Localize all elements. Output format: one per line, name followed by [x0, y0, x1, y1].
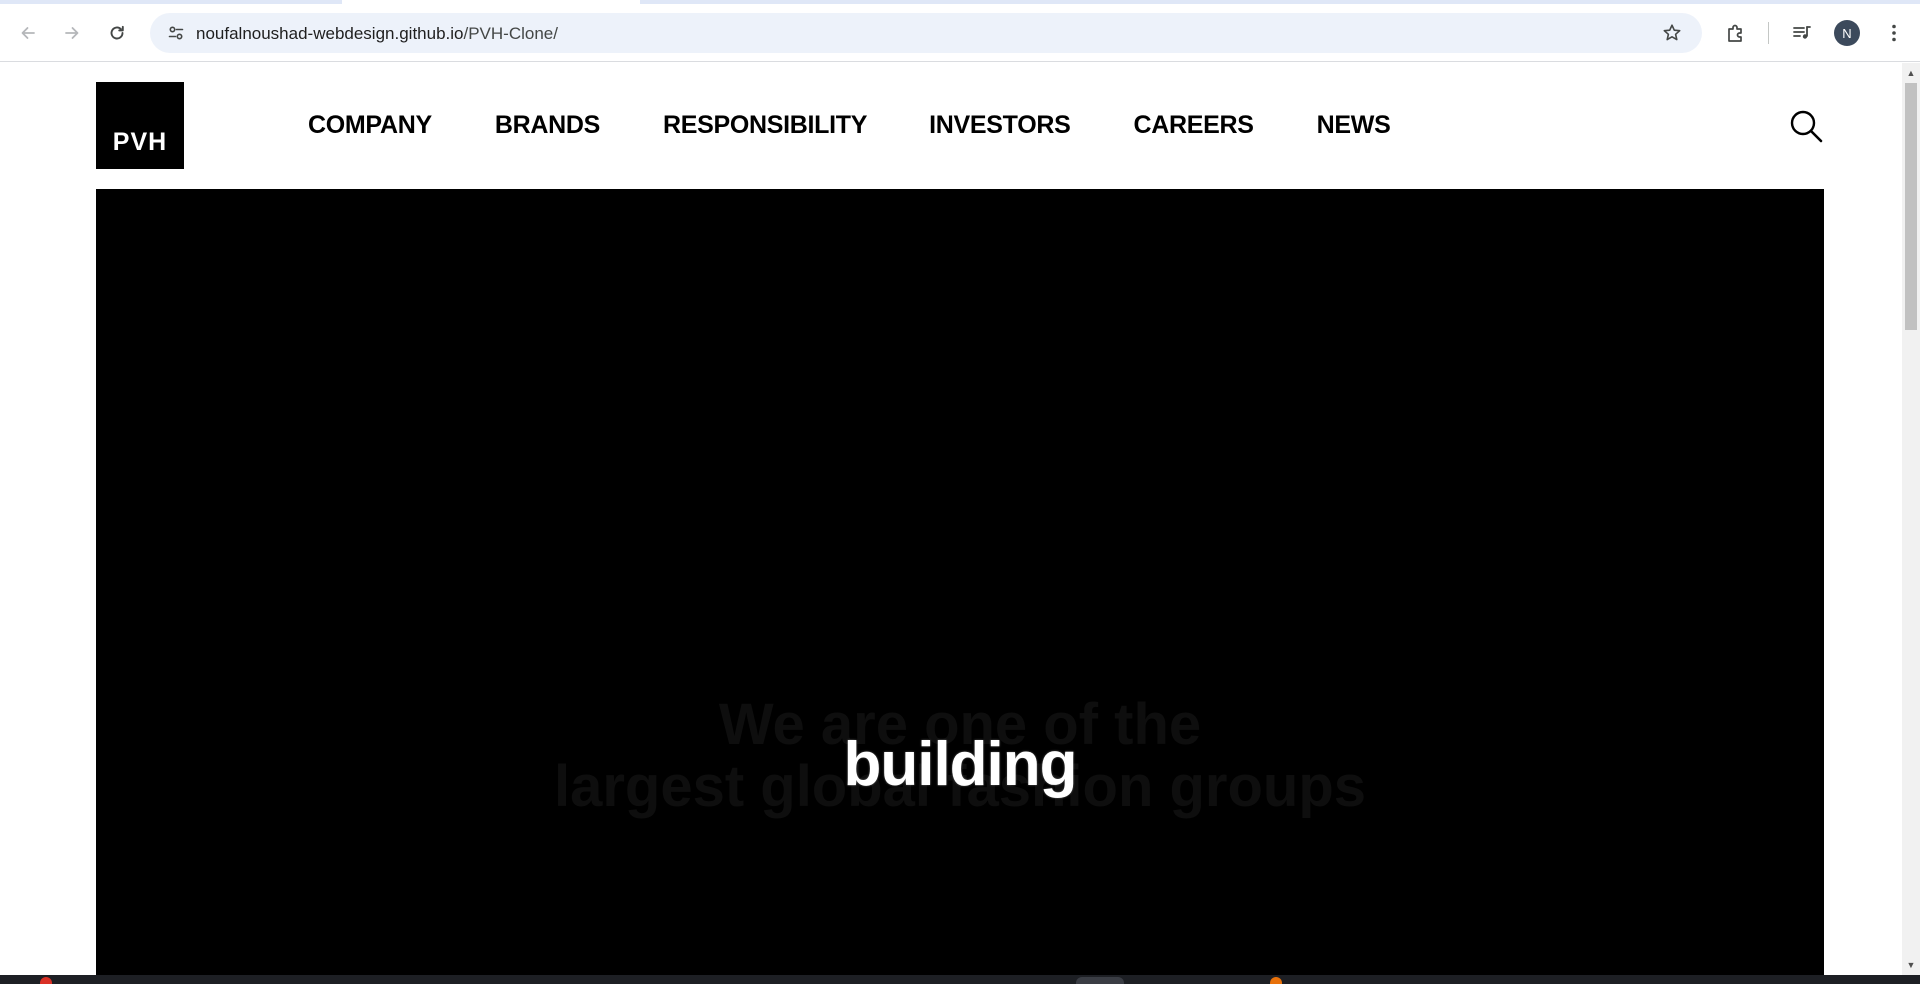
arrow-right-icon	[65, 27, 79, 39]
address-bar[interactable]: noufalnoushad-webdesign.github.io/PVH-Cl…	[150, 13, 1702, 53]
pvh-logo[interactable]: PVH	[96, 82, 184, 169]
nav-responsibility[interactable]: RESPONSIBILITY	[663, 111, 867, 140]
main-navigation: COMPANY BRANDS RESPONSIBILITY INVESTORS …	[308, 111, 1391, 140]
media-queue-icon	[1793, 26, 1811, 39]
puzzle-icon	[1728, 24, 1742, 42]
arrow-left-icon	[21, 27, 35, 39]
nav-careers[interactable]: CAREERS	[1133, 111, 1253, 140]
scrollbar-thumb[interactable]	[1905, 83, 1917, 330]
page-scrollbar[interactable]: ▲ ▼	[1902, 63, 1920, 975]
taskbar-app-icon[interactable]	[1270, 977, 1282, 984]
reload-button[interactable]	[101, 17, 133, 49]
logo-text: PVH	[112, 128, 168, 156]
bookmark-button[interactable]	[1656, 17, 1688, 49]
media-button[interactable]	[1786, 17, 1818, 49]
profile-avatar[interactable]: N	[1834, 20, 1860, 46]
hero-highlight-word: building	[843, 730, 1077, 799]
hero-video[interactable]: We are one of the largest global fashion…	[96, 189, 1824, 975]
kebab-menu-icon	[1892, 24, 1896, 42]
reload-icon	[110, 25, 124, 40]
nav-brands[interactable]: BRANDS	[495, 111, 600, 140]
back-button[interactable]	[12, 17, 44, 49]
search-icon	[1790, 110, 1823, 143]
active-tab[interactable]	[342, 0, 640, 4]
taskbar-app-icon[interactable]	[1076, 977, 1124, 984]
star-icon	[1663, 24, 1681, 41]
scroll-down-arrow-icon[interactable]: ▼	[1902, 957, 1920, 973]
browser-toolbar: noufalnoushad-webdesign.github.io/PVH-Cl…	[0, 0, 1920, 62]
browser-menu-button[interactable]	[1878, 17, 1910, 49]
os-taskbar	[0, 975, 1920, 984]
toolbar-divider	[1768, 22, 1769, 44]
forward-button[interactable]	[56, 17, 88, 49]
url-host: noufalnoushad-webdesign.github.io	[196, 24, 464, 43]
avatar-initial: N	[1842, 25, 1852, 41]
search-button[interactable]	[1786, 106, 1826, 146]
nav-company[interactable]: COMPANY	[308, 111, 432, 140]
extensions-button[interactable]	[1720, 17, 1752, 49]
tab-strip	[0, 0, 1920, 4]
url-text[interactable]: noufalnoushad-webdesign.github.io/PVH-Cl…	[196, 24, 558, 44]
nav-news[interactable]: NEWS	[1317, 111, 1391, 140]
page-viewport: PVH COMPANY BRANDS RESPONSIBILITY INVEST…	[0, 63, 1902, 975]
taskbar-app-icon[interactable]	[40, 977, 52, 984]
site-info-button[interactable]	[160, 17, 192, 49]
url-path: /PVH-Clone/	[463, 24, 558, 43]
nav-investors[interactable]: INVESTORS	[929, 111, 1071, 140]
tune-icon	[168, 26, 184, 40]
scroll-up-arrow-icon[interactable]: ▲	[1902, 65, 1920, 81]
